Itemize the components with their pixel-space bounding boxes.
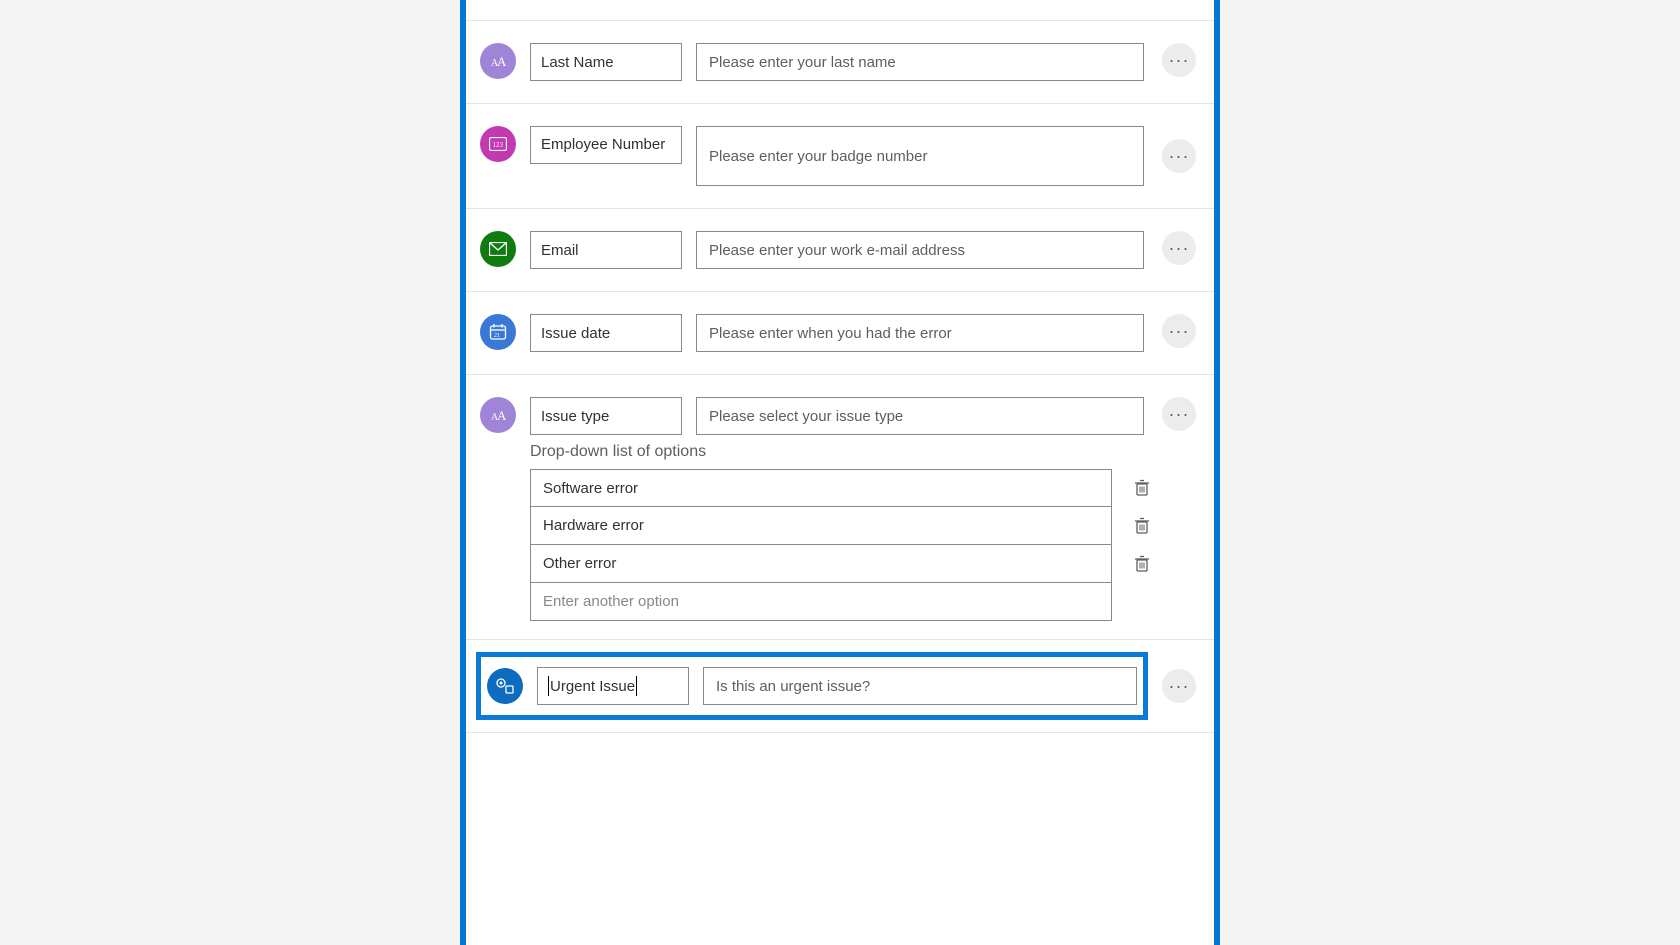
trash-icon <box>1134 479 1150 497</box>
question-prompt-input[interactable]: Please enter your badge number <box>696 126 1144 186</box>
question-row-employee-number[interactable]: 123 Employee Number Please enter your ba… <box>466 104 1214 209</box>
more-options-button[interactable]: ··· <box>1162 139 1196 173</box>
more-options-button[interactable]: ··· <box>1162 669 1196 703</box>
trash-icon <box>1134 517 1150 535</box>
question-prompt-input[interactable]: Is this an urgent issue? <box>703 667 1137 705</box>
number-icon: 123 <box>480 126 516 162</box>
trash-icon <box>1134 555 1150 573</box>
question-label-text: Urgent Issue <box>550 678 635 695</box>
svg-text:A: A <box>497 408 506 423</box>
svg-text:21: 21 <box>494 333 500 339</box>
more-options-button[interactable]: ··· <box>1162 314 1196 348</box>
question-label-input[interactable]: Urgent Issue <box>537 667 689 705</box>
dropdown-option-input[interactable]: Hardware error <box>530 507 1112 545</box>
dropdown-options-section: Drop-down list of options Software error… <box>466 443 1214 640</box>
dropdown-option-input[interactable]: Software error <box>530 469 1112 507</box>
text-icon: AA <box>480 43 516 79</box>
question-label-input[interactable]: Issue date <box>530 314 682 352</box>
svg-text:A: A <box>497 54 506 69</box>
delete-option-button[interactable] <box>1130 555 1154 573</box>
text-cursor <box>548 676 549 696</box>
svg-text:123: 123 <box>493 141 504 149</box>
question-label-input[interactable]: Employee Number <box>530 126 682 164</box>
question-prompt-input[interactable]: Please select your issue type <box>696 397 1144 435</box>
dropdown-option-row: Other error <box>530 545 1154 583</box>
question-prompt-input[interactable]: Please enter your last name <box>696 43 1144 81</box>
question-label-input[interactable]: Last Name <box>530 43 682 81</box>
delete-option-button[interactable] <box>1130 479 1154 497</box>
question-prompt-input[interactable]: Please enter your work e-mail address <box>696 231 1144 269</box>
question-row-urgent-issue-outer: Urgent Issue Is this an urgent issue? ··… <box>466 640 1214 733</box>
more-options-button[interactable]: ··· <box>1162 43 1196 77</box>
question-row-email[interactable]: Email Please enter your work e-mail addr… <box>466 209 1214 292</box>
dropdown-option-list: Software error Hardware error Other erro… <box>530 469 1154 621</box>
text-icon: AA <box>480 397 516 433</box>
delete-option-button[interactable] <box>1130 517 1154 535</box>
question-prompt-input[interactable]: Please enter when you had the error <box>696 314 1144 352</box>
dropdown-option-row: Software error <box>530 469 1154 507</box>
dropdown-option-input[interactable]: Other error <box>530 545 1112 583</box>
question-label-input[interactable]: Email <box>530 231 682 269</box>
dropdown-new-option-input[interactable]: Enter another option <box>530 583 1112 621</box>
dropdown-option-row: Hardware error <box>530 507 1154 545</box>
question-row-last-name[interactable]: AA Last Name Please enter your last name… <box>466 20 1214 104</box>
text-cursor <box>636 676 637 696</box>
question-row-issue-date[interactable]: 21 Issue date Please enter when you had … <box>466 292 1214 375</box>
date-icon: 21 <box>480 314 516 350</box>
boolean-icon <box>487 668 523 704</box>
more-options-button[interactable]: ··· <box>1162 231 1196 265</box>
question-label-input[interactable]: Issue type <box>530 397 682 435</box>
dropdown-new-option-row: Enter another option <box>530 583 1154 621</box>
email-icon <box>480 231 516 267</box>
more-options-button[interactable]: ··· <box>1162 397 1196 431</box>
dropdown-title: Drop-down list of options <box>530 443 1154 461</box>
form-builder-panel: AA Last Name Please enter your last name… <box>460 0 1220 945</box>
question-row-issue-type[interactable]: AA Issue type Please select your issue t… <box>466 375 1214 443</box>
question-row-urgent-issue[interactable]: Urgent Issue Is this an urgent issue? <box>476 652 1148 720</box>
